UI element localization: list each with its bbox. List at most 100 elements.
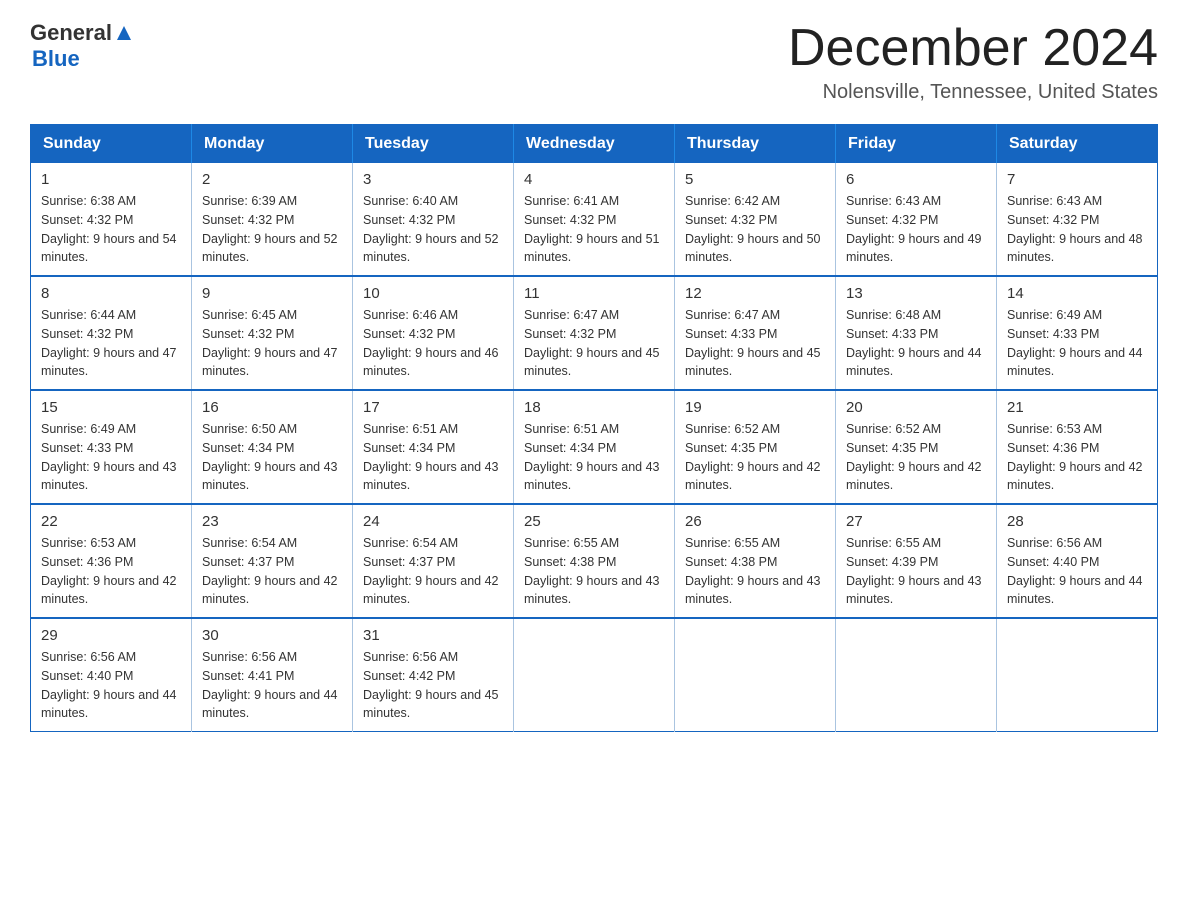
day-sun-info: Sunrise: 6:43 AMSunset: 4:32 PMDaylight:… <box>1007 192 1147 267</box>
day-sun-info: Sunrise: 6:49 AMSunset: 4:33 PMDaylight:… <box>1007 306 1147 381</box>
day-sun-info: Sunrise: 6:48 AMSunset: 4:33 PMDaylight:… <box>846 306 986 381</box>
day-sun-info: Sunrise: 6:41 AMSunset: 4:32 PMDaylight:… <box>524 192 664 267</box>
calendar-cell: 14 Sunrise: 6:49 AMSunset: 4:33 PMDayligh… <box>997 276 1158 390</box>
calendar-cell: 30 Sunrise: 6:56 AMSunset: 4:41 PMDayligh… <box>192 618 353 732</box>
calendar-cell: 9 Sunrise: 6:45 AMSunset: 4:32 PMDaylight… <box>192 276 353 390</box>
day-sun-info: Sunrise: 6:47 AMSunset: 4:32 PMDaylight:… <box>524 306 664 381</box>
day-sun-info: Sunrise: 6:50 AMSunset: 4:34 PMDaylight:… <box>202 420 342 495</box>
calendar-week-row: 8 Sunrise: 6:44 AMSunset: 4:32 PMDaylight… <box>31 276 1158 390</box>
calendar-cell: 6 Sunrise: 6:43 AMSunset: 4:32 PMDaylight… <box>836 163 997 276</box>
calendar-cell <box>514 618 675 732</box>
calendar-header-row: SundayMondayTuesdayWednesdayThursdayFrid… <box>31 125 1158 164</box>
calendar-cell: 26 Sunrise: 6:55 AMSunset: 4:38 PMDayligh… <box>675 504 836 618</box>
day-number: 3 <box>363 171 503 188</box>
calendar-cell: 19 Sunrise: 6:52 AMSunset: 4:35 PMDayligh… <box>675 390 836 504</box>
day-sun-info: Sunrise: 6:49 AMSunset: 4:33 PMDaylight:… <box>41 420 181 495</box>
day-number: 11 <box>524 285 664 302</box>
day-number: 31 <box>363 627 503 644</box>
day-number: 18 <box>524 399 664 416</box>
logo: General Blue <box>30 20 133 72</box>
day-number: 9 <box>202 285 342 302</box>
calendar-day-header: Sunday <box>31 125 192 164</box>
day-number: 8 <box>41 285 181 302</box>
calendar-week-row: 15 Sunrise: 6:49 AMSunset: 4:33 PMDayligh… <box>31 390 1158 504</box>
day-sun-info: Sunrise: 6:56 AMSunset: 4:40 PMDaylight:… <box>1007 534 1147 609</box>
calendar-cell: 4 Sunrise: 6:41 AMSunset: 4:32 PMDaylight… <box>514 163 675 276</box>
day-number: 27 <box>846 513 986 530</box>
calendar-cell: 11 Sunrise: 6:47 AMSunset: 4:32 PMDayligh… <box>514 276 675 390</box>
day-sun-info: Sunrise: 6:56 AMSunset: 4:40 PMDaylight:… <box>41 648 181 723</box>
title-area: December 2024 Nolensville, Tennessee, Un… <box>788 20 1158 104</box>
day-number: 5 <box>685 171 825 188</box>
calendar-cell: 28Sunrise: 6:56 AMSunset: 4:40 PMDayligh… <box>997 504 1158 618</box>
day-sun-info: Sunrise: 6:53 AMSunset: 4:36 PMDaylight:… <box>41 534 181 609</box>
calendar-cell <box>675 618 836 732</box>
day-number: 26 <box>685 513 825 530</box>
day-sun-info: Sunrise: 6:53 AMSunset: 4:36 PMDaylight:… <box>1007 420 1147 495</box>
calendar-day-header: Wednesday <box>514 125 675 164</box>
logo-arrow-icon <box>115 24 133 42</box>
day-number: 30 <box>202 627 342 644</box>
calendar-cell: 2Sunrise: 6:39 AMSunset: 4:32 PMDaylight… <box>192 163 353 276</box>
day-number: 12 <box>685 285 825 302</box>
day-number: 1 <box>41 171 181 188</box>
day-number: 4 <box>524 171 664 188</box>
calendar-cell: 18 Sunrise: 6:51 AMSunset: 4:34 PMDayligh… <box>514 390 675 504</box>
day-sun-info: Sunrise: 6:51 AMSunset: 4:34 PMDaylight:… <box>524 420 664 495</box>
calendar-cell: 31Sunrise: 6:56 AMSunset: 4:42 PMDayligh… <box>353 618 514 732</box>
day-sun-info: Sunrise: 6:54 AMSunset: 4:37 PMDaylight:… <box>202 534 342 609</box>
calendar-week-row: 1Sunrise: 6:38 AMSunset: 4:32 PMDaylight… <box>31 163 1158 276</box>
day-number: 23 <box>202 513 342 530</box>
day-sun-info: Sunrise: 6:54 AMSunset: 4:37 PMDaylight:… <box>363 534 503 609</box>
page-header: General Blue December 2024 Nolensville, … <box>30 20 1158 104</box>
day-number: 19 <box>685 399 825 416</box>
calendar-cell: 13 Sunrise: 6:48 AMSunset: 4:33 PMDayligh… <box>836 276 997 390</box>
day-sun-info: Sunrise: 6:55 AMSunset: 4:39 PMDaylight:… <box>846 534 986 609</box>
calendar-cell <box>836 618 997 732</box>
logo-blue-text: Blue <box>32 46 133 72</box>
day-number: 17 <box>363 399 503 416</box>
day-sun-info: Sunrise: 6:55 AMSunset: 4:38 PMDaylight:… <box>524 534 664 609</box>
calendar-cell: 27 Sunrise: 6:55 AMSunset: 4:39 PMDayligh… <box>836 504 997 618</box>
day-sun-info: Sunrise: 6:44 AMSunset: 4:32 PMDaylight:… <box>41 306 181 381</box>
day-number: 13 <box>846 285 986 302</box>
day-number: 15 <box>41 399 181 416</box>
calendar-day-header: Tuesday <box>353 125 514 164</box>
day-number: 21 <box>1007 399 1147 416</box>
day-sun-info: Sunrise: 6:56 AMSunset: 4:41 PMDaylight:… <box>202 648 342 723</box>
calendar-cell: 25 Sunrise: 6:55 AMSunset: 4:38 PMDayligh… <box>514 504 675 618</box>
day-sun-info: Sunrise: 6:52 AMSunset: 4:35 PMDaylight:… <box>846 420 986 495</box>
page-subtitle: Nolensville, Tennessee, United States <box>788 81 1158 104</box>
calendar-week-row: 22 Sunrise: 6:53 AMSunset: 4:36 PMDayligh… <box>31 504 1158 618</box>
calendar-cell: 8 Sunrise: 6:44 AMSunset: 4:32 PMDaylight… <box>31 276 192 390</box>
day-number: 7 <box>1007 171 1147 188</box>
day-sun-info: Sunrise: 6:43 AMSunset: 4:32 PMDaylight:… <box>846 192 986 267</box>
day-number: 22 <box>41 513 181 530</box>
calendar-cell: 3 Sunrise: 6:40 AMSunset: 4:32 PMDaylight… <box>353 163 514 276</box>
page-title: December 2024 <box>788 20 1158 77</box>
day-sun-info: Sunrise: 6:45 AMSunset: 4:32 PMDaylight:… <box>202 306 342 381</box>
calendar-cell: 1Sunrise: 6:38 AMSunset: 4:32 PMDaylight… <box>31 163 192 276</box>
calendar-cell: 10Sunrise: 6:46 AMSunset: 4:32 PMDayligh… <box>353 276 514 390</box>
calendar-cell: 29Sunrise: 6:56 AMSunset: 4:40 PMDayligh… <box>31 618 192 732</box>
day-number: 10 <box>363 285 503 302</box>
calendar-day-header: Thursday <box>675 125 836 164</box>
calendar-cell: 17Sunrise: 6:51 AMSunset: 4:34 PMDayligh… <box>353 390 514 504</box>
calendar-cell: 15 Sunrise: 6:49 AMSunset: 4:33 PMDayligh… <box>31 390 192 504</box>
calendar-cell: 5Sunrise: 6:42 AMSunset: 4:32 PMDaylight… <box>675 163 836 276</box>
day-sun-info: Sunrise: 6:55 AMSunset: 4:38 PMDaylight:… <box>685 534 825 609</box>
calendar-cell: 24 Sunrise: 6:54 AMSunset: 4:37 PMDayligh… <box>353 504 514 618</box>
day-sun-info: Sunrise: 6:39 AMSunset: 4:32 PMDaylight:… <box>202 192 342 267</box>
calendar-day-header: Monday <box>192 125 353 164</box>
day-number: 25 <box>524 513 664 530</box>
calendar-week-row: 29Sunrise: 6:56 AMSunset: 4:40 PMDayligh… <box>31 618 1158 732</box>
day-number: 16 <box>202 399 342 416</box>
calendar-cell: 20Sunrise: 6:52 AMSunset: 4:35 PMDayligh… <box>836 390 997 504</box>
day-number: 6 <box>846 171 986 188</box>
calendar-cell: 16 Sunrise: 6:50 AMSunset: 4:34 PMDayligh… <box>192 390 353 504</box>
day-sun-info: Sunrise: 6:40 AMSunset: 4:32 PMDaylight:… <box>363 192 503 267</box>
day-number: 14 <box>1007 285 1147 302</box>
day-number: 24 <box>363 513 503 530</box>
calendar-cell: 22 Sunrise: 6:53 AMSunset: 4:36 PMDayligh… <box>31 504 192 618</box>
day-sun-info: Sunrise: 6:52 AMSunset: 4:35 PMDaylight:… <box>685 420 825 495</box>
